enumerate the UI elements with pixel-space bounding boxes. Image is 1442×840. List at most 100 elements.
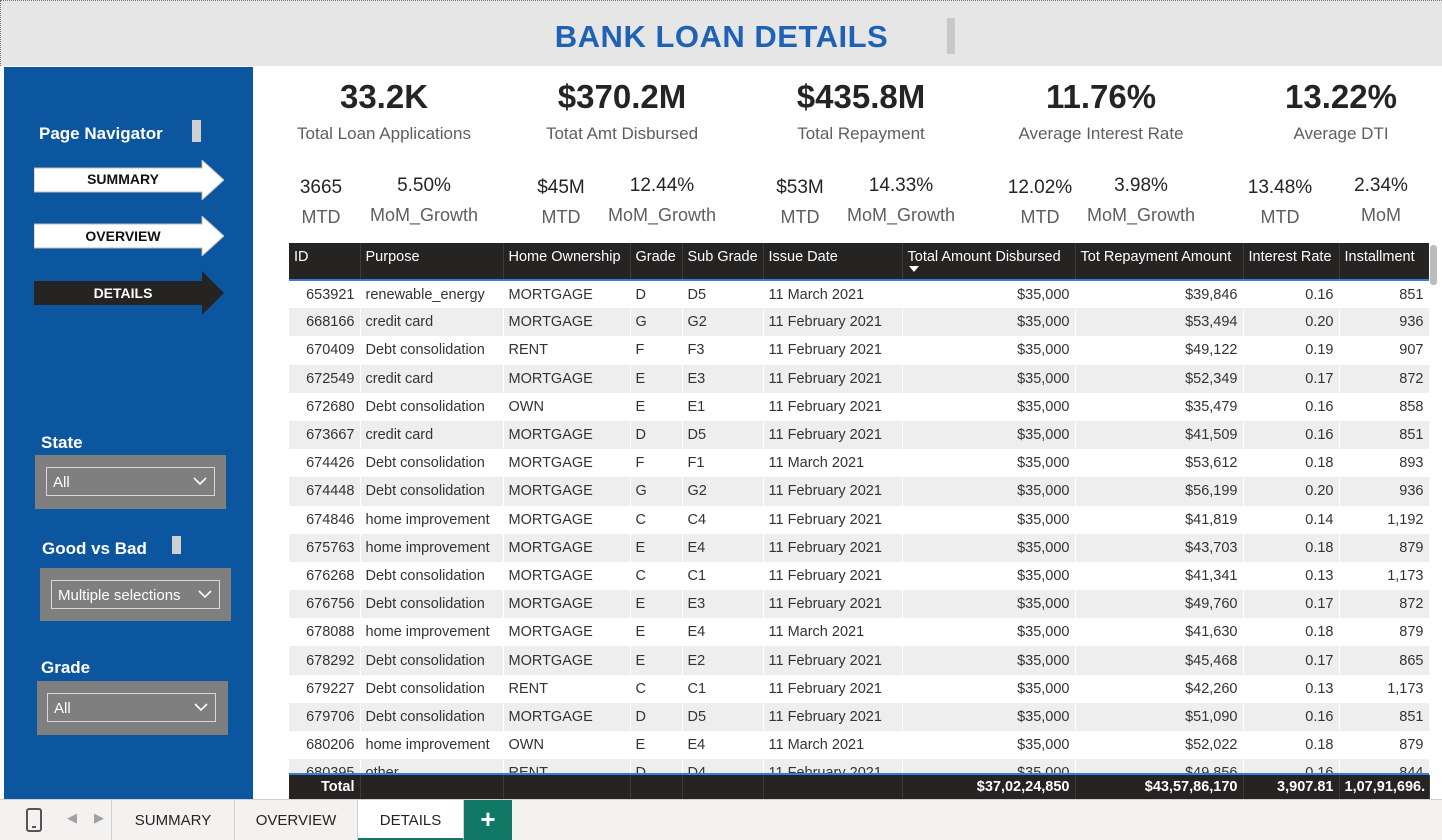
cell-repayment-amount: $45,468 (1075, 646, 1244, 675)
state-slicer-label: State (41, 433, 83, 452)
mtd-value: $53M (776, 177, 824, 198)
mom-metric: 3.98% MoM_Growth (1080, 175, 1202, 226)
cell-sub-grade: E4 (682, 618, 764, 647)
cell-purpose: home improvement (360, 533, 504, 562)
add-page-button[interactable]: + (464, 800, 512, 840)
cell-amount-disbursed: $35,000 (902, 477, 1076, 506)
cell-interest-rate: 0.20 (1243, 477, 1340, 506)
cell-installment: 865 (1339, 646, 1429, 675)
cell-id: 674426 (289, 449, 361, 478)
table-row[interactable]: 676756 Debt consolidation MORTGAGE E E3 11 Fe… (289, 590, 1429, 619)
cell-grade: E (630, 618, 683, 647)
total-repayment: $43,57,86,170 (1075, 775, 1244, 799)
cell-repayment-amount: $42,260 (1075, 674, 1244, 703)
table-row[interactable]: 668166 credit card MORTGAGE G G2 11 February … (289, 308, 1429, 337)
cell-amount-disbursed: $35,000 (902, 364, 1076, 393)
cell-repayment-amount: $53,494 (1075, 308, 1244, 337)
cell-id: 676756 (289, 590, 361, 619)
table-row[interactable]: 670409 Debt consolidation RENT F F3 11 Februa… (289, 336, 1429, 365)
table-row[interactable]: 680206 home improvement OWN E E4 11 March 202… (289, 731, 1429, 760)
column-header-total-amount-disbursed[interactable]: Total Amount Disbursed (902, 243, 1076, 280)
table-row[interactable]: 678292 Debt consolidation MORTGAGE E E2 11 Fe… (289, 646, 1429, 675)
grade-dropdown[interactable]: All (47, 693, 216, 722)
cell-amount-disbursed: $35,000 (902, 646, 1076, 675)
table-scrollbar[interactable] (1430, 245, 1437, 285)
cell-amount-disbursed: $35,000 (902, 308, 1076, 337)
column-header-home-ownership[interactable]: Home Ownership (503, 243, 631, 280)
kpi-label: Total Repayment (797, 124, 925, 143)
chevron-left-icon[interactable]: ◀ (67, 810, 77, 826)
cell-issue-date: 11 March 2021 (763, 618, 903, 647)
table-row[interactable]: 653921 renewable_energy MORTGAGE D D5 11 Marc… (289, 280, 1429, 309)
good-vs-bad-dropdown[interactable]: Multiple selections (51, 580, 220, 609)
column-header-interest-rate[interactable]: Interest Rate (1243, 243, 1340, 280)
chevron-down-icon (198, 590, 212, 599)
cell-issue-date: 11 March 2021 (763, 449, 903, 478)
table-row[interactable]: 674846 home improvement MORTGAGE C C4 11 Febr… (289, 505, 1429, 534)
cell-sub-grade: E4 (682, 533, 764, 562)
column-header-installment[interactable]: Installment (1339, 243, 1429, 280)
cell-issue-date: 11 February 2021 (763, 674, 903, 703)
table-row[interactable]: 674426 Debt consolidation MORTGAGE F F1 11 Ma… (289, 449, 1429, 478)
tab-details[interactable]: DETAILS (358, 800, 464, 840)
tab-overview[interactable]: OVERVIEW (235, 800, 358, 840)
column-header-sub-grade[interactable]: Sub Grade (682, 243, 764, 280)
nav-details-button[interactable]: DETAILS (34, 271, 224, 315)
table-row[interactable]: 676268 Debt consolidation MORTGAGE C C1 11 Fe… (289, 561, 1429, 591)
table-row[interactable]: 679706 Debt consolidation MORTGAGE D D5 11 Fe… (289, 702, 1429, 731)
cell-id: 653921 (289, 280, 361, 309)
nav-summary-button[interactable]: SUMMARY (34, 160, 224, 200)
mom-value: 12.44% (629, 175, 695, 196)
table-row[interactable]: 672680 Debt consolidation OWN E E1 11 Februar… (289, 392, 1429, 421)
column-header-repayment-amount[interactable]: Tot Repayment Amount (1075, 243, 1244, 280)
cell-home-ownership: MORTGAGE (503, 702, 631, 731)
cell-amount-disbursed: $35,000 (902, 561, 1076, 591)
cell-issue-date: 11 February 2021 (763, 392, 903, 421)
table-row[interactable]: 675763 home improvement MORTGAGE E E4 11 Febr… (289, 533, 1429, 562)
cell-home-ownership: RENT (503, 674, 631, 703)
cell-grade: G (630, 477, 683, 506)
cell-grade: E (630, 731, 683, 760)
cell-home-ownership: MORTGAGE (503, 449, 631, 478)
grade-slicer: All (37, 681, 228, 735)
cell-id: 672680 (289, 392, 361, 421)
cell-grade: C (630, 505, 683, 534)
cell-sub-grade: D5 (682, 420, 764, 450)
column-header-issue-date[interactable]: Issue Date (763, 243, 903, 280)
cell-home-ownership: OWN (503, 731, 631, 760)
cell-amount-disbursed: $35,000 (902, 702, 1076, 731)
cell-interest-rate: 0.13 (1243, 674, 1340, 703)
chevron-right-icon[interactable]: ▶ (94, 810, 104, 826)
kpi-label: Average Interest Rate (1018, 124, 1184, 143)
cell-installment: 858 (1339, 392, 1429, 421)
tab-summary[interactable]: SUMMARY (111, 800, 235, 840)
table-row[interactable]: 674448 Debt consolidation MORTGAGE G G2 11 Fe… (289, 477, 1429, 506)
loan-details-table: ID Purpose Home Ownership Grade Sub Grad… (289, 243, 1429, 799)
table-row[interactable]: 672549 credit card MORTGAGE E E3 11 February … (289, 364, 1429, 393)
cell-issue-date: 11 February 2021 (763, 561, 903, 591)
table-row[interactable]: 673667 credit card MORTGAGE D D5 11 February … (289, 420, 1429, 450)
kpi-card-avg-interest-rate: 11.76% Average Interest Rate (981, 78, 1221, 144)
column-header-grade[interactable]: Grade (630, 243, 683, 280)
column-header-id[interactable]: ID (289, 243, 361, 280)
mom-metric: 12.44% MoM_Growth (601, 175, 723, 226)
mobile-layout-icon[interactable] (26, 808, 42, 832)
table-row[interactable]: 679227 Debt consolidation RENT C C1 11 Februa… (289, 674, 1429, 703)
column-header-purpose[interactable]: Purpose (360, 243, 504, 280)
total-label: Total (289, 775, 361, 799)
mom-value: 14.33% (868, 175, 934, 196)
good-vs-bad-slicer: Multiple selections (40, 568, 231, 621)
cell-id: 668166 (289, 308, 361, 337)
cell-home-ownership: MORTGAGE (503, 364, 631, 393)
table-row[interactable]: 678088 home improvement MORTGAGE E E4 11 Marc… (289, 618, 1429, 647)
cell-repayment-amount: $52,349 (1075, 364, 1244, 393)
state-dropdown[interactable]: All (46, 467, 215, 496)
nav-overview-button[interactable]: OVERVIEW (34, 216, 224, 256)
cell-amount-disbursed: $35,000 (902, 533, 1076, 562)
cell-home-ownership: MORTGAGE (503, 533, 631, 562)
sort-descending-icon (908, 266, 919, 272)
cell-grade: D (630, 702, 683, 731)
cell-amount-disbursed: $35,000 (902, 674, 1076, 703)
cell-repayment-amount: $56,199 (1075, 477, 1244, 506)
mtd-label: MTD (1020, 207, 1060, 227)
